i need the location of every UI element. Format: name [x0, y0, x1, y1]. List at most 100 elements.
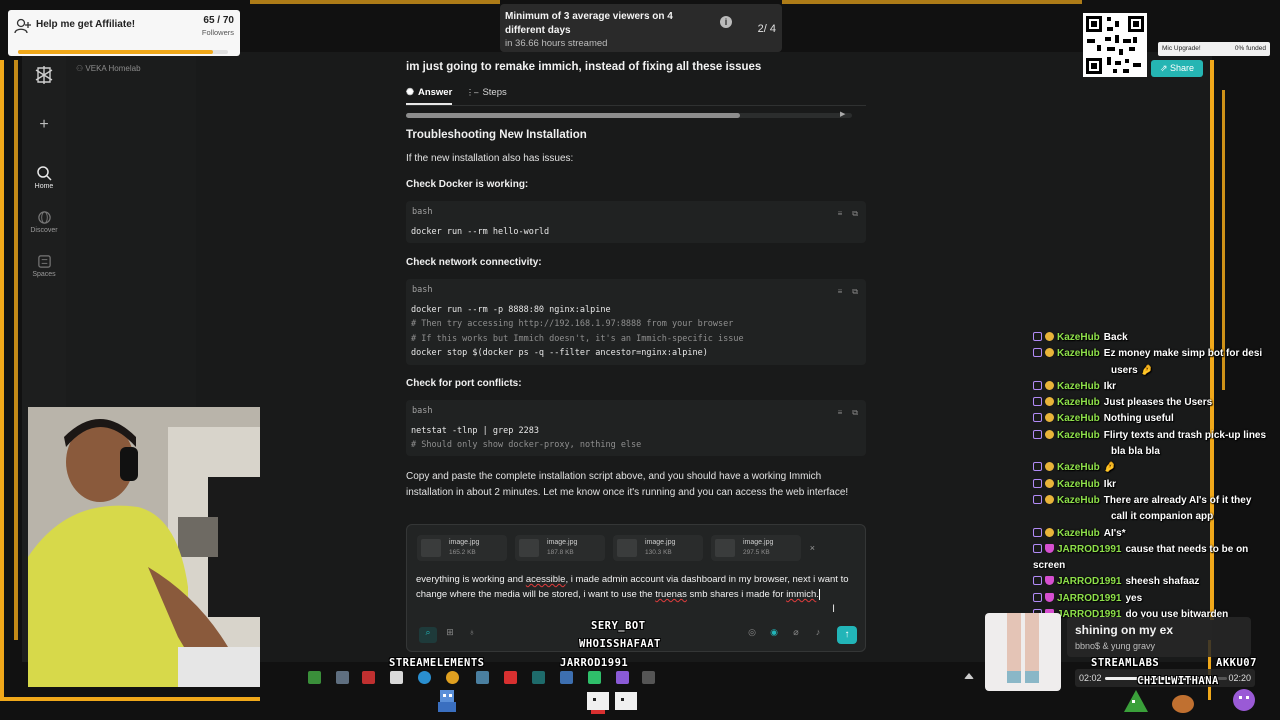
scroll-right-icon[interactable]: ▶ — [840, 110, 845, 118]
share-button[interactable]: ⇗ Share — [1151, 60, 1203, 77]
chat-username[interactable]: KazeHub — [1057, 413, 1100, 424]
code-line: docker run --rm hello-world — [411, 227, 550, 237]
voice-button[interactable]: ♪ — [809, 627, 827, 643]
intro-text: If the new installation also has issues: — [406, 153, 574, 164]
chrome-icon[interactable] — [446, 671, 459, 684]
message-input[interactable]: everything is working and acessible, i m… — [416, 572, 860, 602]
emote-badge-icon — [1045, 527, 1054, 537]
chat-text: Ez money make simp bot for desi — [1103, 348, 1263, 360]
chat-username[interactable]: KazeHub — [1057, 495, 1100, 506]
chat-username[interactable]: KazeHub — [1057, 348, 1100, 359]
attachment[interactable]: image.jpg 297.5 KB × — [711, 535, 815, 561]
app-icon[interactable] — [504, 671, 517, 684]
tray-chevron-icon[interactable] — [964, 673, 974, 679]
sources-button[interactable]: ◉ — [765, 627, 783, 643]
app-icon[interactable] — [588, 671, 601, 684]
viewer-goal-widget: Minimum of 3 average viewers on 4 differ… — [500, 4, 782, 52]
emote-badge-icon — [1045, 478, 1054, 488]
heart-badge-icon — [1045, 576, 1054, 586]
section-title: Troubleshooting New Installation — [406, 129, 587, 141]
mic-upgrade-label: Mic Upgrade! — [1162, 45, 1201, 52]
code-line: # Should only show docker-proxy, nothing… — [411, 440, 642, 450]
tab-steps[interactable]: ⋮– Steps — [466, 87, 507, 98]
send-button[interactable]: ↑ — [837, 626, 857, 644]
copy-icon[interactable]: ⧉ — [852, 287, 858, 297]
pdf-icon[interactable] — [362, 671, 375, 684]
app-icon[interactable] — [336, 671, 349, 684]
chat-message: KazeHub Back — [1033, 330, 1278, 346]
code-line: docker stop $(docker ps -q --filter ance… — [411, 348, 708, 358]
edge-icon[interactable] — [418, 671, 431, 684]
emote-badge-icon — [1045, 380, 1054, 390]
cpu-icon: ◎ — [748, 627, 756, 637]
chat-username[interactable]: KazeHub — [1057, 332, 1100, 343]
chat-username[interactable]: JARROD1991 — [1057, 576, 1121, 587]
tab-label: Answer — [417, 87, 453, 98]
chat-text: There are already AI's of it they — [1103, 494, 1252, 506]
space-label: VEKA Homelab — [85, 64, 141, 73]
search-mode-button[interactable]: ⌕ — [419, 627, 437, 643]
chat-username[interactable]: JARROD1991 — [1057, 544, 1121, 555]
chat-message: JARROD1991 sheesh shafaaz — [1033, 574, 1278, 590]
moderator-badge-icon — [1033, 380, 1042, 390]
labs-mode-button[interactable]: ♁ — [463, 627, 481, 643]
copy-icon[interactable]: ⧉ — [852, 209, 858, 219]
qr-code-icon — [1083, 13, 1147, 77]
tab-answer[interactable]: ✺ Answer — [406, 87, 452, 98]
block-heading: Check for port conflicts: — [406, 378, 522, 389]
chat-username[interactable]: KazeHub — [1057, 430, 1100, 441]
chat-username[interactable]: KazeHub — [1057, 462, 1100, 473]
goal-progress-fill — [18, 50, 214, 54]
remove-attachment-icon[interactable]: × — [810, 543, 815, 553]
attach-button[interactable]: ⌀ — [787, 627, 805, 643]
copy-icon[interactable]: ⧉ — [852, 408, 858, 418]
attachment-size: 130.3 KB — [645, 549, 672, 556]
goal-sub: in 36.66 hours streamed — [505, 38, 608, 49]
chat-text: bla bla bla — [1111, 446, 1160, 458]
sidebar-item-home[interactable]: Home — [22, 165, 66, 190]
sidebar-item-spaces[interactable]: Spaces — [22, 254, 66, 278]
chat-text: call it companion app — [1111, 511, 1214, 523]
sidebar-item-discover[interactable]: Discover — [22, 210, 66, 234]
chat-text: AI's* — [1103, 527, 1126, 539]
app-icon[interactable] — [642, 671, 655, 684]
research-mode-button[interactable]: ⊞ — [441, 627, 459, 643]
attachment[interactable]: image.jpg 130.3 KB × — [613, 535, 717, 561]
wrap-icon[interactable]: ≡ — [838, 287, 843, 297]
perplexity-logo-icon[interactable] — [22, 64, 66, 88]
heart-badge-icon — [1045, 543, 1054, 553]
scrollbar-thumb[interactable] — [406, 113, 740, 118]
chat-username[interactable]: KazeHub — [1057, 397, 1100, 408]
mascot-icon — [1120, 686, 1152, 716]
attachment[interactable]: image.jpg 165.2 KB × — [417, 535, 521, 561]
attachment-name: image.jpg — [547, 539, 578, 546]
goal-count: 2/ 4 — [757, 23, 776, 35]
new-thread-button[interactable]: + — [22, 116, 66, 134]
chat-username[interactable]: KazeHub — [1057, 381, 1100, 392]
follower-goal-widget: Help me get Affiliate! 65 / 70 Followers — [8, 10, 240, 56]
file-icon[interactable] — [390, 671, 403, 684]
goal-text: Minimum of 3 average viewers on 4 differ… — [505, 11, 673, 36]
code-block: bash ≡ ⧉ docker run --rm hello-world — [406, 201, 866, 243]
closing-text: Copy and paste the complete installation… — [406, 471, 849, 498]
model-button[interactable]: ◎ — [743, 627, 761, 643]
attachment-size: 165.2 KB — [449, 549, 476, 556]
grid-icon: ⊞ — [446, 627, 454, 637]
emote-badge-icon — [1045, 429, 1054, 439]
chat-username[interactable]: KazeHub — [1057, 528, 1100, 539]
app-icon[interactable] — [560, 671, 573, 684]
play-icon[interactable] — [308, 671, 321, 684]
chat-username[interactable]: KazeHub — [1057, 479, 1100, 490]
chat-message: KazeHub Nothing useful — [1033, 411, 1278, 427]
wrap-icon[interactable]: ≡ — [838, 209, 843, 219]
app-icon[interactable] — [476, 671, 489, 684]
code-line: netstat -tlnp | grep 2283 — [411, 426, 539, 436]
app-icon[interactable] — [616, 671, 629, 684]
chat-username[interactable]: JARROD1991 — [1057, 593, 1121, 604]
attachment[interactable]: image.jpg 187.8 KB × — [515, 535, 619, 561]
now-playing-widget: shining on my ex bbno$ & yung gravy 02:0… — [985, 613, 1265, 691]
space-item[interactable]: ⚇ VEKA Homelab — [76, 64, 141, 73]
chat-text: 🤌 — [1103, 462, 1117, 474]
perplexity-icon[interactable] — [532, 671, 545, 684]
wrap-icon[interactable]: ≡ — [838, 408, 843, 418]
